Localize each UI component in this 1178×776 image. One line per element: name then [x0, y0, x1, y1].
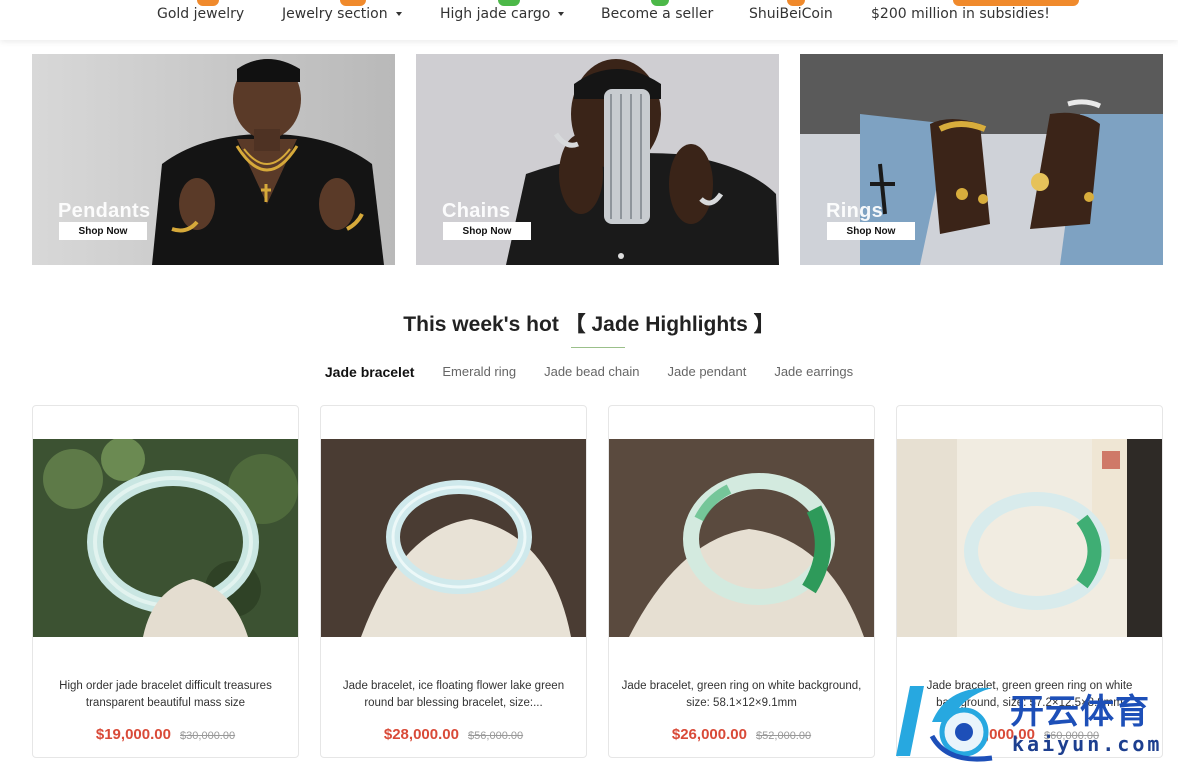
sale-price: $19,000.00	[95, 726, 171, 743]
nav-badge	[197, 0, 219, 6]
watermark-cn: 开云体育	[1010, 692, 1150, 732]
nav-item-label: High jade cargo	[440, 6, 551, 22]
banner-chains[interactable]: Chains Shop Now	[416, 54, 779, 265]
product-image	[321, 439, 586, 637]
shop-now-button[interactable]: Shop Now	[59, 222, 147, 240]
nav-badge	[953, 0, 1079, 6]
product-image	[33, 439, 298, 637]
nav-item-label: Gold jewelry	[157, 6, 245, 22]
product-price: $28,000.00 $56,000.00	[321, 724, 586, 743]
section-title: This week's hot 【 Jade Highlights 】	[403, 313, 775, 336]
tab-jade-bracelet[interactable]: Jade bracelet	[311, 364, 429, 380]
original-price: $56,000.00	[468, 730, 524, 742]
product-image	[897, 439, 1162, 637]
product-card[interactable]: Jade bracelet, green ring on white backg…	[608, 405, 875, 758]
banner-pendants[interactable]: Pendants Shop Now	[32, 54, 395, 265]
product-price: $26,000.00 $52,000.00	[609, 724, 874, 743]
tab-jade-earrings[interactable]: Jade earrings	[760, 364, 867, 380]
shop-now-button[interactable]: Shop Now	[443, 222, 531, 240]
nav-item-label: $200 million in subsidies!	[871, 6, 1050, 22]
kaiyun-logo-icon	[896, 686, 993, 762]
original-price: $30,000.00	[180, 730, 236, 742]
product-description: Jade bracelet, green ring on white backg…	[621, 680, 862, 709]
title-underline	[571, 347, 625, 348]
nav-item-high-jade-cargo[interactable]: High jade cargo	[440, 0, 565, 22]
watermark-en: kaiyun.com	[1012, 732, 1163, 756]
tab-jade-pendant[interactable]: Jade pendant	[654, 364, 761, 380]
product-description: High order jade bracelet difficult treas…	[59, 680, 272, 709]
nav-item-label: Become a seller	[601, 6, 714, 22]
product-card[interactable]: High order jade bracelet difficult treas…	[32, 405, 299, 758]
watermark-logo: 开云体育 kaiyun.com	[892, 676, 1172, 768]
product-description: Jade bracelet, ice floating flower lake …	[342, 680, 565, 709]
nav-badge	[498, 0, 520, 6]
nav-badge	[340, 0, 366, 6]
shop-now-button[interactable]: Shop Now	[827, 222, 915, 240]
category-tabs: Jade bracelet Emerald ring Jade bead cha…	[0, 364, 1178, 380]
sale-price: $28,000.00	[383, 726, 459, 743]
nav-item-label: Jewelry section	[282, 6, 388, 22]
original-price: $52,000.00	[756, 730, 812, 742]
nav-item-shuibeicoin[interactable]: ShuiBeiCoin	[749, 0, 833, 22]
nav-item-subsidies[interactable]: $200 million in subsidies!	[871, 0, 1079, 22]
banner-title: Chains	[442, 200, 511, 222]
banner-rings[interactable]: Rings Shop Now	[800, 54, 1163, 265]
nav-item-label: ShuiBeiCoin	[749, 6, 833, 22]
product-image	[609, 439, 874, 637]
sale-price: $26,000.00	[671, 726, 747, 743]
tab-jade-bead-chain[interactable]: Jade bead chain	[530, 364, 653, 380]
top-nav: Gold jewelry Jewelry section High jade c…	[0, 0, 1178, 40]
banner-title: Pendants	[58, 200, 151, 222]
product-price: $19,000.00 $30,000.00	[33, 724, 298, 743]
banner-title: Rings	[826, 200, 884, 222]
product-card[interactable]: Jade bracelet, ice floating flower lake …	[320, 405, 587, 758]
chevron-down-icon	[395, 12, 402, 16]
chevron-down-icon	[558, 12, 565, 16]
nav-item-become-seller[interactable]: Become a seller	[601, 0, 714, 22]
nav-item-gold-jewelry[interactable]: Gold jewelry	[157, 0, 245, 22]
nav-item-jewelry-section[interactable]: Jewelry section	[282, 0, 402, 22]
tab-emerald-ring[interactable]: Emerald ring	[428, 364, 530, 380]
